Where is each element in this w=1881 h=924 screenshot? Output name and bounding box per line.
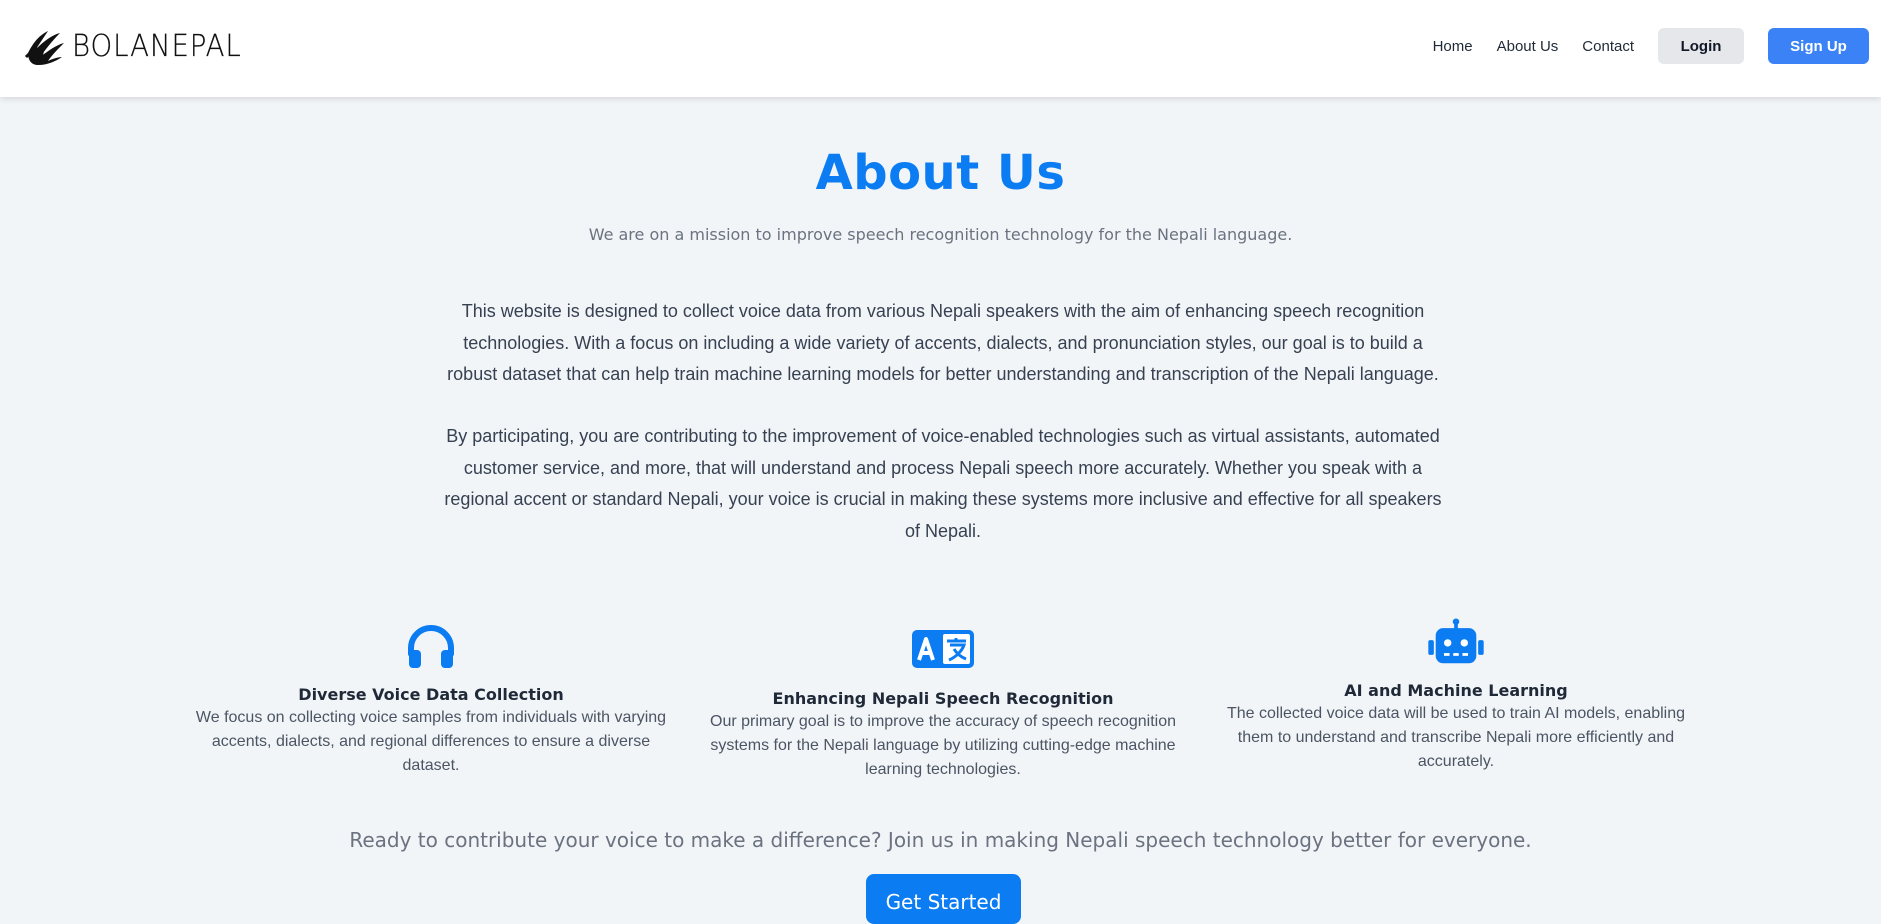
feature-card-ai-ml: AI and Machine Learning The collected vo… [1216,618,1696,774]
feature-description: We focus on collecting voice samples fro… [195,709,667,774]
cta-text: Ready to contribute your voice to make a… [349,828,1532,852]
page-title: About Us [815,145,1066,201]
feature-description: The collected voice data will be used to… [1226,705,1686,770]
intro-paragraph: This website is designed to collect voic… [447,301,1439,384]
feature-description: Our primary goal is to improve the accur… [710,713,1176,778]
feature-card-voice-data: Diverse Voice Data Collection We focus o… [191,622,671,778]
feature-card-speech-recognition: Enhancing Nepali Speech Recognition Our … [703,622,1183,782]
nav-contact-link[interactable]: Contact [1582,38,1634,55]
login-button[interactable]: Login [1658,28,1744,64]
translate-icon [912,630,974,668]
nav-about-link[interactable]: About Us [1497,38,1559,55]
get-started-button[interactable]: Get Started [866,874,1021,924]
nav-home-link[interactable]: Home [1433,38,1473,55]
features-row: Diverse Voice Data Collection We focus o… [0,618,1881,782]
feature-title: Diverse Voice Data Collection [298,685,564,704]
page-subtitle: We are on a mission to improve speech re… [588,225,1293,244]
feature-title: Enhancing Nepali Speech Recognition [772,689,1114,708]
headphones-icon [408,625,454,668]
about-section: About Us We are on a mission to improve … [0,97,1881,924]
navbar: BOLANEPAL Home About Us Contact Login Si… [0,0,1881,97]
site-logo[interactable]: BOLANEPAL [22,22,256,70]
logo-text: BOLANEPAL [72,28,242,64]
feature-title: AI and Machine Learning [1344,681,1568,700]
robot-icon [1428,618,1484,664]
brush-scribble-icon [24,31,64,65]
main-nav: Home About Us Contact Login Sign Up [1433,0,1881,92]
participation-paragraph: By participating, you are contributing t… [444,426,1442,541]
signup-button[interactable]: Sign Up [1768,28,1869,64]
